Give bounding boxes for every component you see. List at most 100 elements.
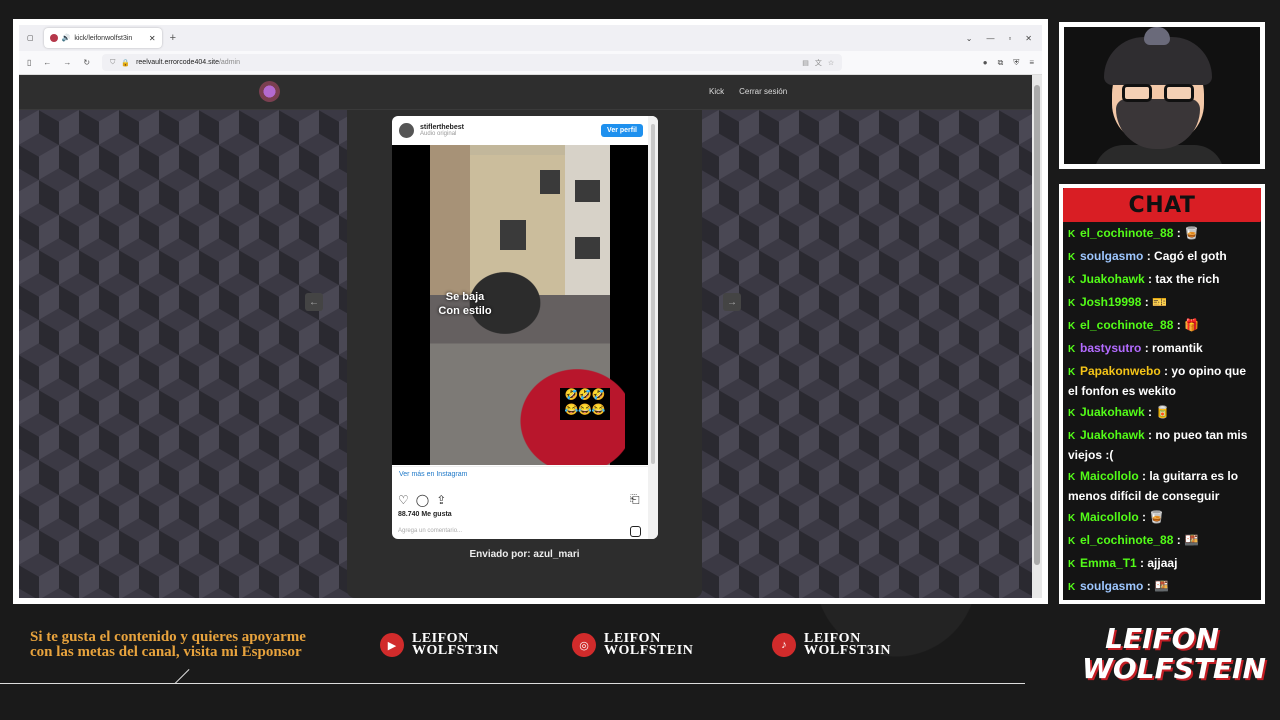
kick-badge-icon: K — [1068, 252, 1078, 263]
chat-username[interactable]: Juakohawk — [1080, 428, 1145, 442]
tab-list-icon[interactable]: ▢ — [27, 34, 34, 42]
chat-message: K bastysutro : romantik — [1068, 339, 1257, 359]
chat-text: : 🍱 — [1176, 533, 1199, 547]
emoji-overlay: 🤣🤣🤣 😂😂😂 — [560, 388, 610, 420]
instagram-social[interactable]: ◎ LEIFON WOLFSTEIN — [572, 632, 693, 658]
comment-icon[interactable]: ◯ — [416, 493, 429, 507]
footer-divider — [0, 683, 1025, 684]
kick-badge-icon: K — [1068, 408, 1078, 419]
caption-line-1: Se baja — [445, 291, 485, 303]
chat-text: : ajjaaj — [1140, 556, 1178, 570]
shield-icon[interactable]: ⛉ — [110, 59, 115, 67]
chat-username[interactable]: el_cochinote_88 — [1080, 318, 1173, 332]
bookmark-icon[interactable]: ⎗ — [630, 492, 640, 507]
lens-left — [1122, 84, 1152, 102]
ig-scroll-thumb[interactable] — [651, 124, 655, 464]
screen-capture: ▢ 🔊 kick/leifonwolfst3in ✕ + ⌄ — ▫ ✕ ▯ ←… — [13, 19, 1048, 604]
chat-username[interactable]: soulgasmo — [1080, 249, 1143, 263]
chat-username[interactable]: Papakonwebo — [1080, 364, 1161, 378]
back-icon[interactable]: ← — [43, 58, 51, 67]
chat-message: K soulgasmo : Cagó el goth — [1068, 247, 1257, 267]
chat-username[interactable]: Juakohawk — [1080, 405, 1145, 419]
speaker-icon[interactable]: 🔊 — [62, 34, 71, 42]
cube-pattern-background: ← → stiflerthebest Audio original Ver pe… — [19, 110, 1032, 598]
next-arrow-icon[interactable]: → — [723, 293, 741, 311]
youtube-icon: ▶ — [380, 633, 404, 657]
nav-kick-link[interactable]: Kick — [709, 87, 724, 96]
ig-avatar[interactable] — [399, 123, 414, 138]
lens-right — [1164, 84, 1194, 102]
site-header: Kick Cerrar sesión — [19, 75, 1032, 110]
brand-logo: LEIFON WOLFSTEIN — [1082, 624, 1266, 684]
kick-badge-icon: K — [1068, 582, 1078, 593]
view-profile-button[interactable]: Ver perfil — [601, 124, 643, 137]
lock-icon[interactable]: 🔒 — [121, 59, 130, 67]
tiktok-social[interactable]: ♪ LEIFON WOLFST3IN — [772, 632, 891, 658]
reload-icon[interactable]: ↻ — [83, 58, 90, 67]
sidebar-icon[interactable]: ▯ — [27, 58, 31, 67]
page-scroll-thumb[interactable] — [1034, 85, 1040, 565]
close-tab-icon[interactable]: ✕ — [149, 34, 156, 43]
chat-message: K Maicollolo : 🥃 — [1068, 508, 1257, 528]
kick-badge-icon: K — [1068, 536, 1078, 547]
shield-ext-icon[interactable]: ⛨ — [1013, 58, 1019, 68]
chat-text: : 🥃 — [1176, 226, 1199, 240]
house-right — [565, 145, 610, 295]
youtube-social[interactable]: ▶ LEIFON WOLFST3IN — [380, 632, 499, 658]
close-window-icon[interactable]: ✕ — [1025, 34, 1032, 43]
window-controls: ⌄ — ▫ ✕ — [966, 34, 1042, 43]
chat-username[interactable]: Juakohawk — [1080, 272, 1145, 286]
ig-scrollbar[interactable] — [648, 116, 658, 539]
chat-text: : 🥃 — [1142, 510, 1165, 524]
character-glasses — [1122, 84, 1194, 102]
tab-dropdown-icon[interactable]: ⌄ — [966, 34, 973, 43]
puzzle-icon[interactable]: ⧉ — [998, 58, 1004, 68]
reader-icon[interactable]: ▤ — [802, 59, 809, 67]
prev-arrow-icon[interactable]: ← — [305, 293, 323, 311]
tab-favicon-icon — [49, 34, 58, 42]
chat-message: K Juakohawk : tax the rich — [1068, 270, 1257, 290]
share-icon[interactable]: ⇪ — [436, 493, 446, 507]
chat-username[interactable]: bastysutro — [1080, 341, 1141, 355]
chat-username[interactable]: Josh19998 — [1080, 295, 1141, 309]
instagram-icon[interactable] — [630, 526, 641, 537]
menu-icon[interactable]: ≡ — [1029, 58, 1034, 68]
tab-bar: ▢ 🔊 kick/leifonwolfst3in ✕ + ⌄ — ▫ ✕ — [19, 25, 1042, 51]
minimize-icon[interactable]: — — [986, 34, 994, 43]
chat-text: : Cagó el goth — [1146, 249, 1227, 263]
view-more-link[interactable]: Ver más en Instagram — [399, 471, 467, 478]
extension-icon[interactable]: ● — [983, 58, 988, 68]
sponsor-promo: Si te gusta el contenido y quieres apoya… — [30, 629, 306, 660]
url-bar[interactable]: ⛉ 🔒 reelvault.errorcode404.site/admin ▤ … — [102, 54, 843, 71]
chat-text: : 🎁 — [1176, 318, 1199, 332]
forward-icon[interactable]: → — [63, 58, 71, 67]
nav-logout-link[interactable]: Cerrar sesión — [739, 87, 787, 96]
chat-message: K el_cochinote_88 : 🍱 — [1068, 531, 1257, 551]
translate-icon[interactable]: 文 — [815, 58, 822, 68]
nav-bar: ▯ ← → ↻ ⛉ 🔒 reelvault.errorcode404.site/… — [19, 51, 1042, 75]
bookmark-star-icon[interactable]: ☆ — [828, 59, 834, 67]
maximize-icon[interactable]: ▫ — [1008, 34, 1011, 43]
webcam-frame — [1059, 22, 1265, 169]
new-tab-button[interactable]: + — [170, 32, 176, 44]
ig-username[interactable]: stiflerthebest — [420, 124, 464, 131]
ig-audio[interactable]: Audio original — [420, 131, 464, 137]
browser-tab[interactable]: 🔊 kick/leifonwolfst3in ✕ — [43, 28, 162, 48]
website: Kick Cerrar sesión ← → stiflerthebest Au… — [19, 75, 1032, 598]
ig-actions: ♡ ◯ ⇪ — [398, 493, 446, 507]
comment-input[interactable]: Agrega un comentario... — [398, 528, 462, 534]
chat-username[interactable]: soulgasmo — [1080, 579, 1143, 593]
chat-username[interactable]: el_cochinote_88 — [1080, 533, 1173, 547]
heart-icon[interactable]: ♡ — [398, 493, 409, 507]
ig-video[interactable]: Se baja Con estilo 🤣🤣🤣 😂😂😂 — [392, 145, 648, 465]
page-scrollbar[interactable] — [1032, 75, 1042, 598]
chat-username[interactable]: Maicollolo — [1080, 510, 1139, 524]
chat-username[interactable]: Emma_T1 — [1080, 556, 1137, 570]
chat-message: K Josh19998 : 🎫 — [1068, 293, 1257, 313]
chat-username[interactable]: Maicollolo — [1080, 469, 1139, 483]
chat-header: CHAT — [1063, 188, 1261, 222]
site-logo[interactable] — [259, 81, 280, 102]
video-frame: Se baja Con estilo 🤣🤣🤣 😂😂😂 — [430, 145, 625, 465]
chat-text: : romantik — [1144, 341, 1203, 355]
chat-username[interactable]: el_cochinote_88 — [1080, 226, 1173, 240]
